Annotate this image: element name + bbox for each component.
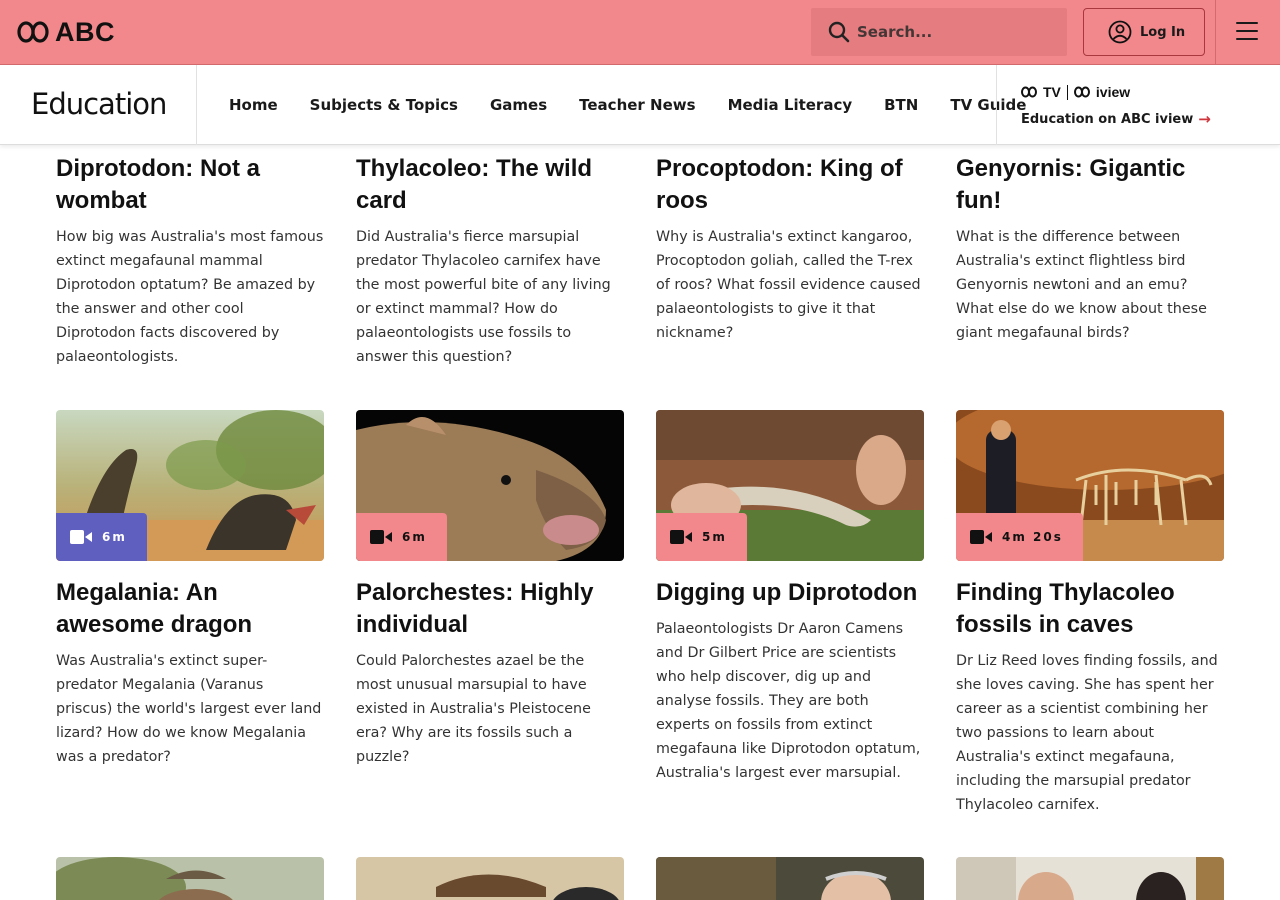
card-thylacoleo[interactable]: Thylacoleo: The wild card Did Australia'… [356,153,624,369]
card-title[interactable]: Megalania: An awesome dragon [56,577,324,641]
card-row3-2[interactable] [356,857,624,900]
card-row3-3[interactable] [656,857,924,900]
card-title[interactable]: Procoptodon: King of roos [656,153,924,217]
duration-badge: 4m 20s [956,513,1083,561]
card-description: Did Australia's fierce marsupial predato… [356,229,611,365]
card-description: Was Australia's extinct super-predator M… [56,653,322,765]
login-button[interactable]: Log In [1083,8,1205,56]
duration-badge: 6m [56,513,147,561]
card-thumbnail[interactable]: 6m [56,410,324,561]
card-genyornis[interactable]: Genyornis: Gigantic fun! What is the dif… [956,153,1224,345]
card-description: Could Palorchestes azael be the most unu… [356,653,591,765]
card-title[interactable]: Diprotodon: Not a wombat [56,153,324,217]
user-icon [1108,20,1132,44]
nav-links: Home Subjects & Topics Games Teacher New… [213,65,1042,145]
login-label: Log In [1140,24,1186,40]
education-brand[interactable]: Education [31,87,167,121]
education-nav: Education Home Subjects & Topics Games T… [0,65,1280,145]
search-icon [828,21,850,43]
card-title[interactable]: Finding Thylacoleo fossils in caves [956,577,1224,641]
header-divider [1215,0,1216,64]
iview-promo-link[interactable]: Education on ABC iview → [1021,110,1211,128]
card-title[interactable]: Palorchestes: Highly individual [356,577,624,641]
scientists-lab-image [956,857,1224,900]
card-description: How big was Australia's most famous exti… [56,229,324,365]
card-procoptodon[interactable]: Procoptodon: King of roos Why is Austral… [656,153,924,345]
card-title[interactable]: Thylacoleo: The wild card [356,153,624,217]
video-camera-icon [970,530,992,544]
duration-label: 6m [402,530,427,544]
iview-logos: TV iview [1021,84,1211,100]
duration-badge: 5m [656,513,747,561]
iview-promo-label: Education on ABC iview [1021,111,1194,127]
abc-tv-logo: TV [1043,84,1061,100]
card-title[interactable]: Genyornis: Gigantic fun! [956,153,1224,217]
card-megalania[interactable]: 6m Megalania: An awesome dragon Was Aust… [56,410,324,769]
abc-logo-text: ABC [55,17,115,47]
card-diprotodon[interactable]: Diprotodon: Not a wombat How big was Aus… [56,153,324,369]
abc-lissajous-icon [17,21,49,43]
card-title[interactable]: Digging up Diprotodon [656,577,924,609]
nav-link-subjects-topics[interactable]: Subjects & Topics [294,96,474,114]
card-row3-4[interactable] [956,857,1224,900]
video-camera-icon [670,530,692,544]
duration-label: 5m [702,530,727,544]
duration-label: 6m [102,530,127,544]
iview-promo[interactable]: TV iview Education on ABC iview → [1021,84,1211,128]
nav-link-home[interactable]: Home [213,96,294,114]
video-camera-icon [370,530,392,544]
search-input[interactable] [857,23,1057,41]
card-digging-diprotodon[interactable]: 5m Digging up Diprotodon Palaeontologist… [656,410,924,785]
card-thumbnail[interactable] [656,857,924,900]
card-thumbnail[interactable] [56,857,324,900]
duration-badge: 6m [356,513,447,561]
scientist-fossils-image [656,857,924,900]
video-camera-icon [70,530,92,544]
nav-link-media-literacy[interactable]: Media Literacy [712,96,869,114]
abc-lissajous-icon [1021,86,1037,98]
nav-link-teacher-news[interactable]: Teacher News [563,96,711,114]
card-thumbnail[interactable]: 5m [656,410,924,561]
person-outdoors-image [56,857,324,900]
card-description: Dr Liz Reed loves finding fossils, and s… [956,653,1218,813]
card-palorchestes[interactable]: 6m Palorchestes: Highly individual Could… [356,410,624,769]
card-thylacoleo-caves[interactable]: 4m 20s Finding Thylacoleo fossils in cav… [956,410,1224,817]
abc-iview-logo: iview [1095,84,1131,100]
card-thumbnail[interactable]: 4m 20s [956,410,1224,561]
top-bar: ABC Log In [0,0,1280,65]
person-hat-image [356,857,624,900]
card-description: What is the difference between Australia… [956,229,1207,341]
nav-divider [196,65,197,145]
card-description: Palaeontologists Dr Aaron Camens and Dr … [656,621,921,781]
card-description: Why is Australia's extinct kangaroo, Pro… [656,229,921,341]
card-row3-1[interactable] [56,857,324,900]
arrow-right-icon: → [1198,110,1211,128]
card-thumbnail[interactable] [356,857,624,900]
abc-logo[interactable]: ABC [17,18,115,46]
nav-divider [996,65,997,145]
logo-separator [1066,84,1068,100]
nav-link-btn[interactable]: BTN [868,96,934,114]
nav-link-games[interactable]: Games [474,96,563,114]
search-box[interactable] [811,8,1067,56]
duration-label: 4m 20s [1002,530,1063,544]
card-thumbnail[interactable] [956,857,1224,900]
card-thumbnail[interactable]: 6m [356,410,624,561]
hamburger-menu-icon[interactable] [1236,22,1258,42]
abc-lissajous-icon [1073,86,1090,98]
